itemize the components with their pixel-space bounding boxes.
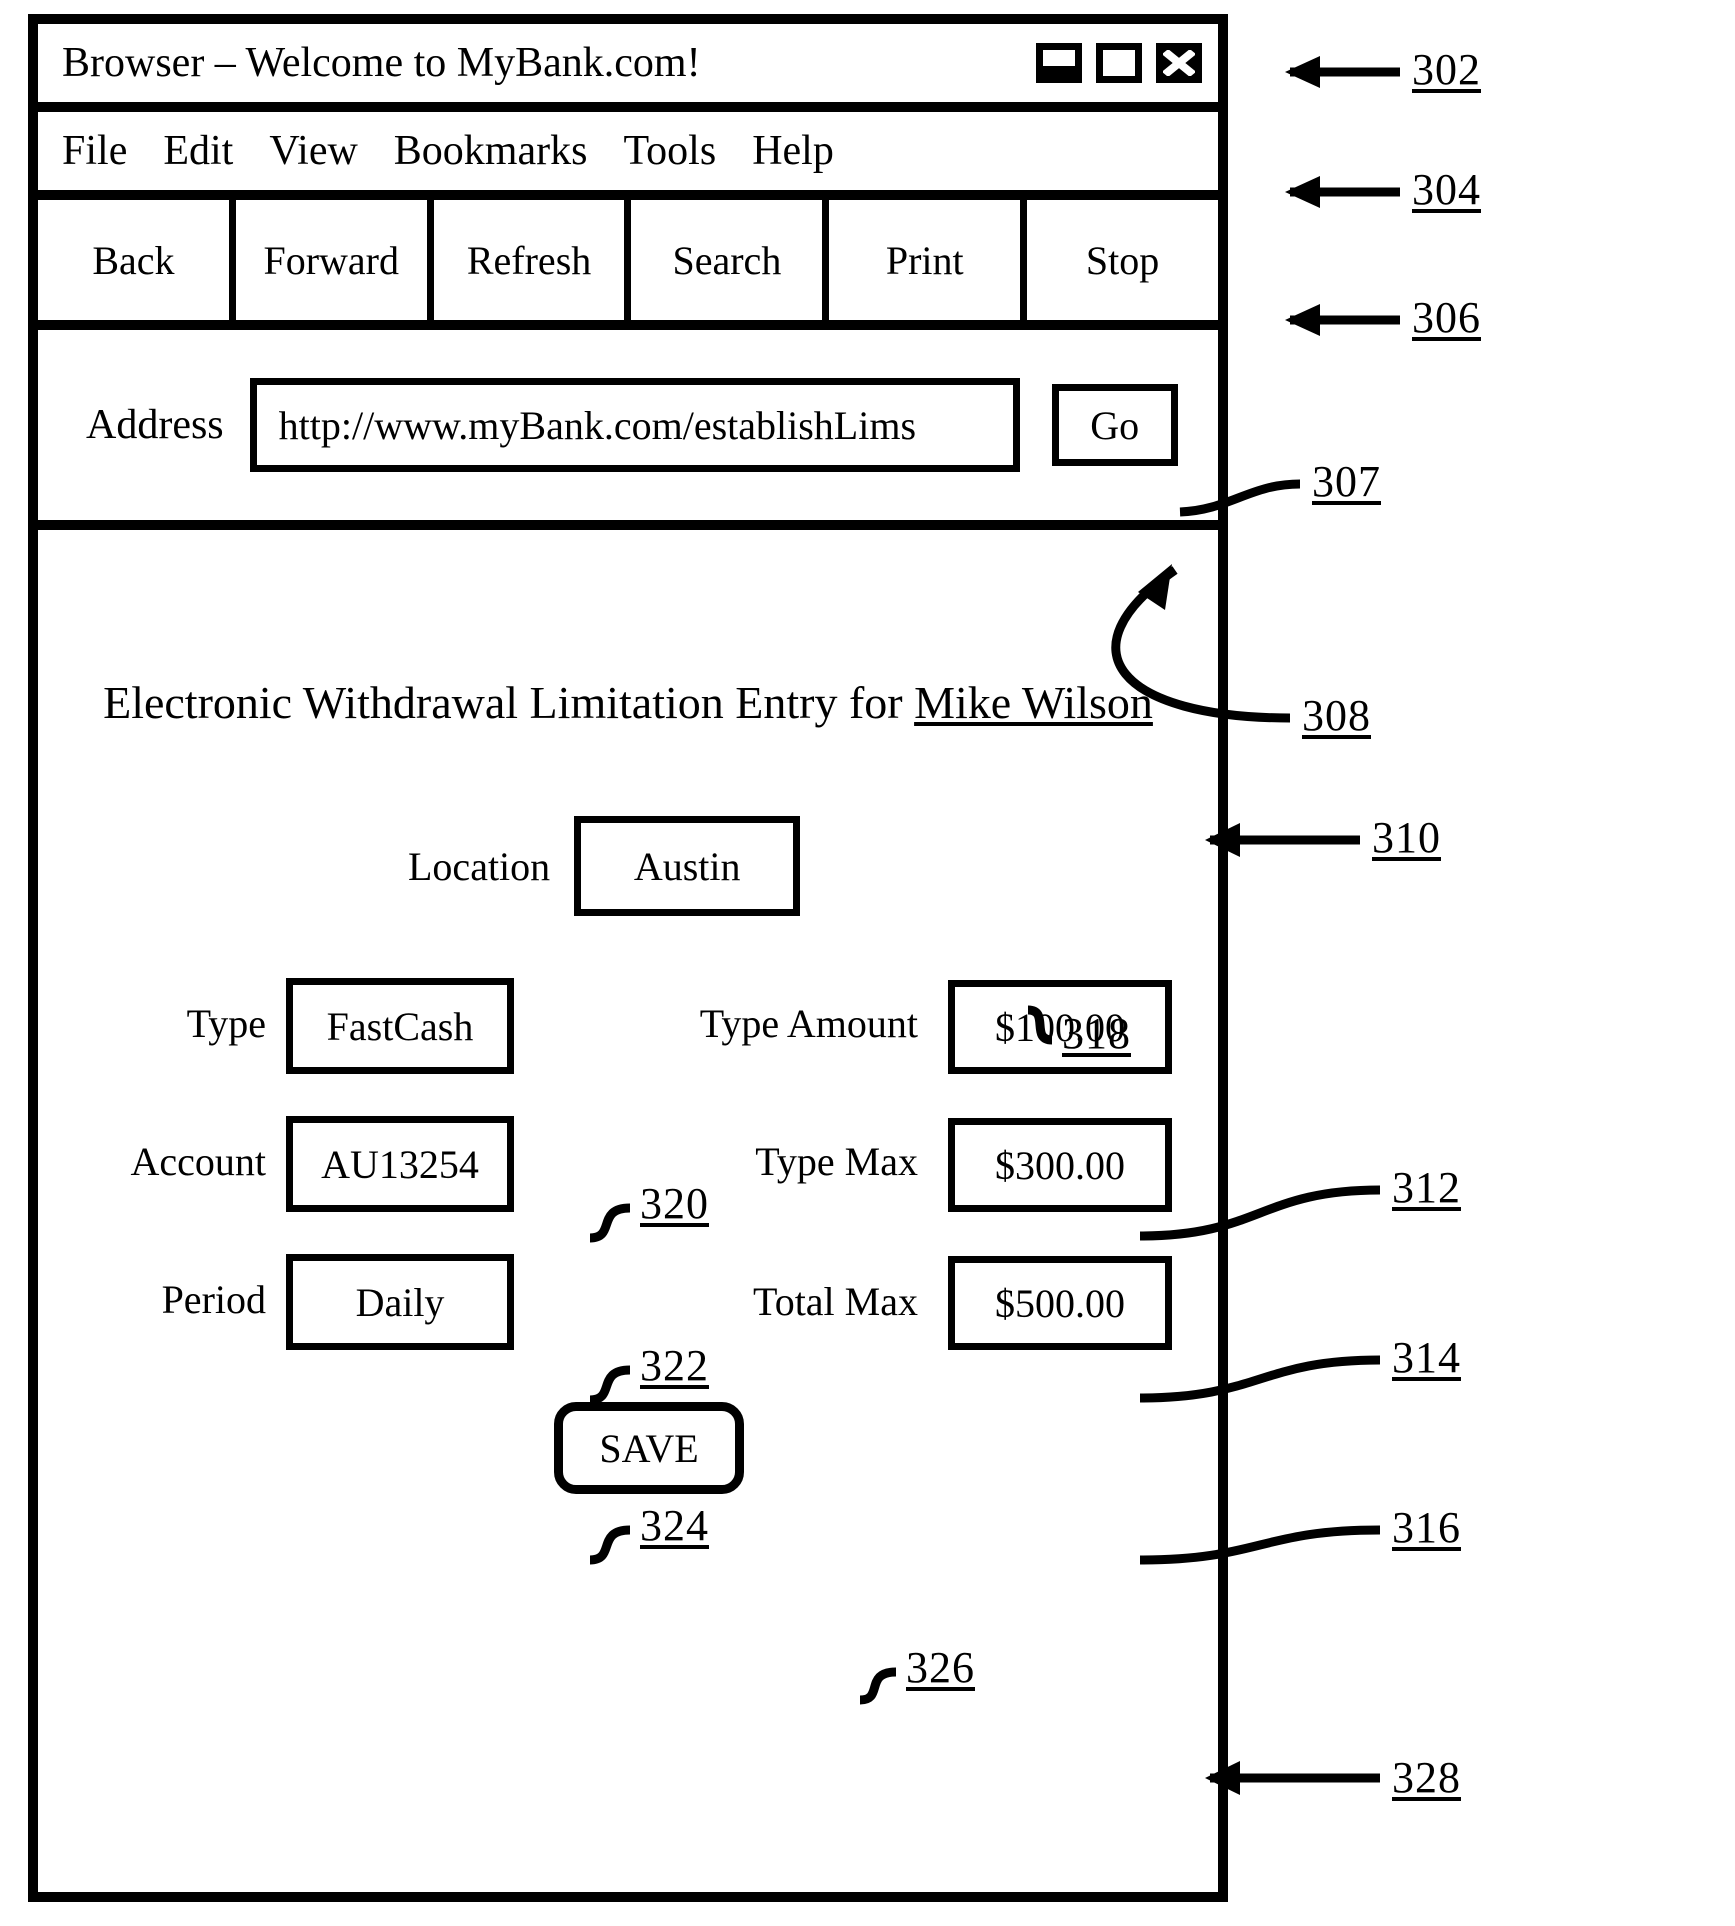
menu-item-bookmarks[interactable]: Bookmarks (394, 130, 588, 172)
window-controls (1036, 43, 1202, 83)
address-bar: Address http://www.myBank.com/establishL… (38, 330, 1218, 530)
ref-326: 326 (906, 1643, 975, 1692)
account-label: Account (130, 1139, 266, 1184)
patent-figure: Browser – Welcome to MyBank.com! File Ed… (0, 0, 1735, 1926)
ref-320: 320 (640, 1179, 709, 1228)
menu-item-view[interactable]: View (269, 130, 357, 172)
ref-302: 302 (1412, 45, 1481, 94)
browser-window: Browser – Welcome to MyBank.com! File Ed… (28, 14, 1228, 1902)
refresh-button[interactable]: Refresh (434, 200, 632, 320)
type-max-input[interactable]: $300.00 (948, 1118, 1172, 1212)
ref-306: 306 (1412, 293, 1481, 342)
form-grid: Type FastCash Type Amount $100.00 Accoun… (38, 970, 1218, 1384)
ref-307: 307 (1312, 457, 1381, 506)
row-type: Type FastCash Type Amount $100.00 (38, 970, 1218, 1108)
page-title-user: Mike Wilson (914, 677, 1153, 728)
menu-item-tools[interactable]: Tools (623, 130, 716, 172)
period-input[interactable]: Daily (286, 1254, 514, 1350)
title-bar: Browser – Welcome to MyBank.com! (38, 24, 1218, 112)
save-button[interactable]: SAVE (554, 1402, 744, 1494)
ref-310: 310 (1372, 813, 1441, 862)
menu-item-file[interactable]: File (62, 130, 127, 172)
ref-322: 322 (640, 1341, 709, 1390)
toolbar: Back Forward Refresh Search Print Stop (38, 200, 1218, 330)
row-period: Period Daily Total Max $500.00 (38, 1246, 1218, 1384)
search-button[interactable]: Search (631, 200, 830, 320)
type-input[interactable]: FastCash (286, 978, 514, 1074)
menu-item-help[interactable]: Help (752, 130, 834, 172)
total-max-label: Total Max (753, 1279, 918, 1324)
ref-328: 328 (1392, 1753, 1461, 1802)
ref-304: 304 (1412, 165, 1481, 214)
page-title-prefix: Electronic Withdrawal Limitation Entry f… (103, 677, 915, 728)
maximize-icon[interactable] (1096, 43, 1142, 83)
ref-324: 324 (640, 1501, 709, 1550)
location-input[interactable]: Austin (574, 816, 801, 916)
total-max-input[interactable]: $500.00 (948, 1256, 1172, 1350)
ref-314: 314 (1392, 1333, 1461, 1382)
type-amount-input[interactable]: $100.00 (948, 980, 1172, 1074)
page-title: Electronic Withdrawal Limitation Entry f… (38, 676, 1218, 729)
go-button[interactable]: Go (1051, 384, 1178, 466)
print-button[interactable]: Print (829, 200, 1028, 320)
row-account: Account AU13254 Type Max $300.00 (38, 1108, 1218, 1246)
menu-item-edit[interactable]: Edit (163, 130, 233, 172)
ref-316: 316 (1392, 1503, 1461, 1552)
minimize-icon[interactable] (1036, 43, 1082, 83)
address-label: Address (86, 402, 224, 448)
type-amount-label: Type Amount (699, 1001, 918, 1046)
location-label: Location (408, 843, 551, 889)
close-icon[interactable] (1156, 43, 1202, 83)
ref-312: 312 (1392, 1163, 1461, 1212)
period-label: Period (161, 1277, 266, 1322)
back-button[interactable]: Back (38, 200, 236, 320)
menu-bar: File Edit View Bookmarks Tools Help (38, 112, 1218, 200)
type-label: Type (186, 1001, 266, 1046)
location-field-row: Location Austin (408, 816, 801, 916)
account-input[interactable]: AU13254 (286, 1116, 514, 1212)
ref-308: 308 (1302, 691, 1371, 740)
forward-button[interactable]: Forward (236, 200, 434, 320)
ref-318: 318 (1062, 1009, 1131, 1058)
address-input[interactable]: http://www.myBank.com/establishLims (249, 378, 1020, 472)
stop-button[interactable]: Stop (1027, 200, 1218, 320)
save-button-wrap: SAVE (554, 1402, 744, 1494)
page-body: Electronic Withdrawal Limitation Entry f… (38, 530, 1218, 1892)
window-title: Browser – Welcome to MyBank.com! (62, 40, 701, 86)
